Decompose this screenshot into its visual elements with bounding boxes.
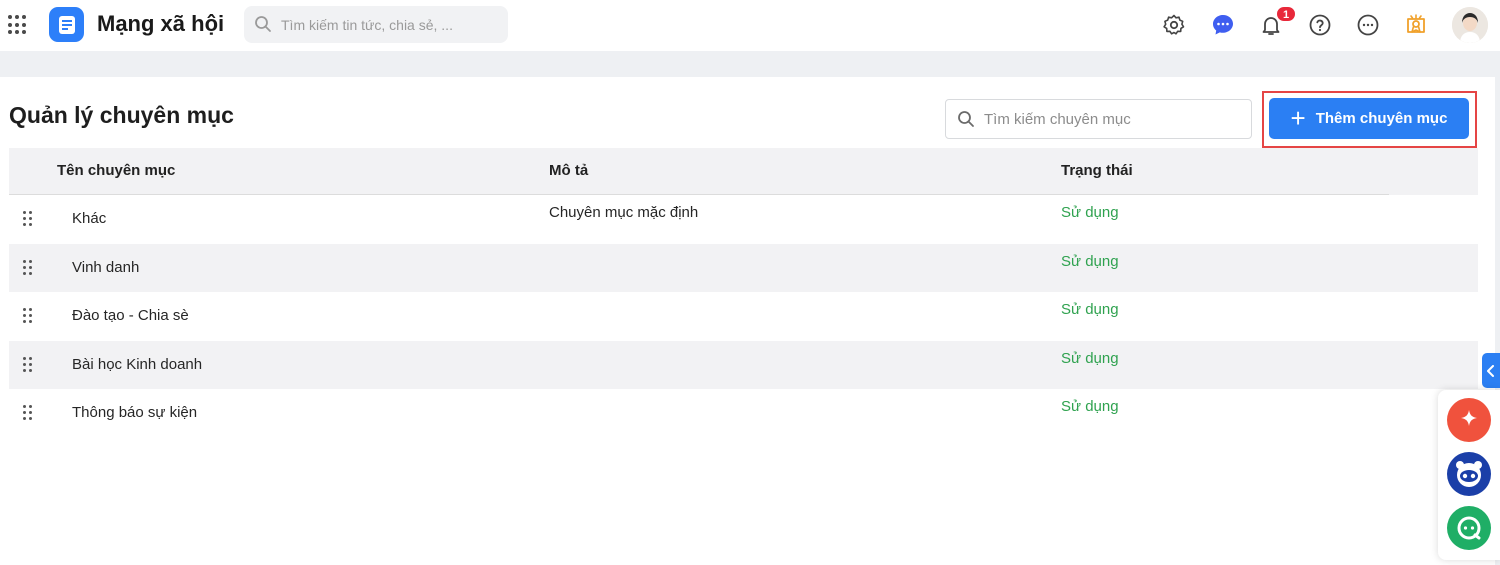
table-row[interactable]: Bài học Kinh doanh Sử dụng: [9, 341, 1478, 389]
assistant-bot-icon[interactable]: [1447, 452, 1491, 496]
category-name: Vinh danh: [72, 259, 140, 276]
apps-grid-icon[interactable]: [8, 15, 28, 35]
ai-sparkle-icon[interactable]: [1447, 398, 1491, 442]
table-row[interactable]: Thông báo sự kiện Sử dụng: [9, 389, 1478, 437]
chevron-left-icon: [1487, 364, 1494, 377]
column-header-status: Trạng thái: [1061, 162, 1133, 179]
category-name: Đào tạo - Chia sè: [72, 307, 189, 324]
category-description: Chuyên mục mặc định: [549, 204, 699, 221]
page-title: Quản lý chuyên mục: [9, 102, 234, 128]
table-row[interactable]: Khác Chuyên mục mặc định Sử dụng: [9, 195, 1478, 243]
status-text: Sử dụng: [1061, 253, 1119, 270]
drag-handle-icon[interactable]: [23, 405, 33, 421]
avatar[interactable]: [1452, 7, 1488, 43]
plus-icon: +: [1290, 102, 1306, 133]
table-header: Tên chuyên mục Mô tả Trạng thái: [9, 148, 1478, 195]
app-title: Mạng xã hội: [97, 11, 225, 36]
drag-handle-icon[interactable]: [23, 308, 33, 324]
header-divider-band: [0, 51, 1500, 77]
category-name: Khác: [72, 210, 107, 227]
notification-badge: 1: [1276, 6, 1296, 22]
collapse-panel-button[interactable]: [1482, 353, 1500, 388]
top-bar: Mạng xã hội 1: [0, 0, 1500, 51]
global-search[interactable]: [244, 6, 508, 43]
status-text: Sử dụng: [1061, 350, 1119, 367]
more-icon[interactable]: [1355, 12, 1381, 38]
search-icon: [958, 111, 974, 127]
drag-handle-icon[interactable]: [23, 211, 33, 227]
column-header-name: Tên chuyên mục: [57, 162, 176, 179]
chat-icon[interactable]: [1210, 12, 1236, 38]
support-chat-icon[interactable]: [1447, 506, 1491, 550]
award-icon[interactable]: [1403, 12, 1429, 38]
global-search-input[interactable]: [281, 6, 501, 43]
category-search-input[interactable]: [984, 100, 1244, 138]
document-icon[interactable]: [49, 7, 84, 42]
column-header-description: Mô tả: [549, 162, 589, 179]
status-text: Sử dụng: [1061, 204, 1119, 221]
floating-toolbar: [1438, 390, 1500, 560]
add-category-label: Thêm chuyên mục: [1315, 110, 1448, 127]
table-row[interactable]: Vinh danh Sử dụng: [9, 244, 1478, 292]
status-text: Sử dụng: [1061, 301, 1119, 318]
drag-handle-icon[interactable]: [23, 260, 33, 276]
drag-handle-icon[interactable]: [23, 357, 33, 373]
help-icon[interactable]: [1307, 12, 1333, 38]
add-category-button[interactable]: + Thêm chuyên mục: [1269, 98, 1469, 139]
category-search[interactable]: [945, 99, 1252, 139]
settings-icon[interactable]: [1161, 12, 1187, 38]
category-name: Thông báo sự kiện: [72, 404, 198, 421]
search-icon: [255, 16, 271, 32]
category-name: Bài học Kinh doanh: [72, 356, 203, 373]
status-text: Sử dụng: [1061, 398, 1119, 415]
table-row[interactable]: Đào tạo - Chia sè Sử dụng: [9, 292, 1478, 340]
